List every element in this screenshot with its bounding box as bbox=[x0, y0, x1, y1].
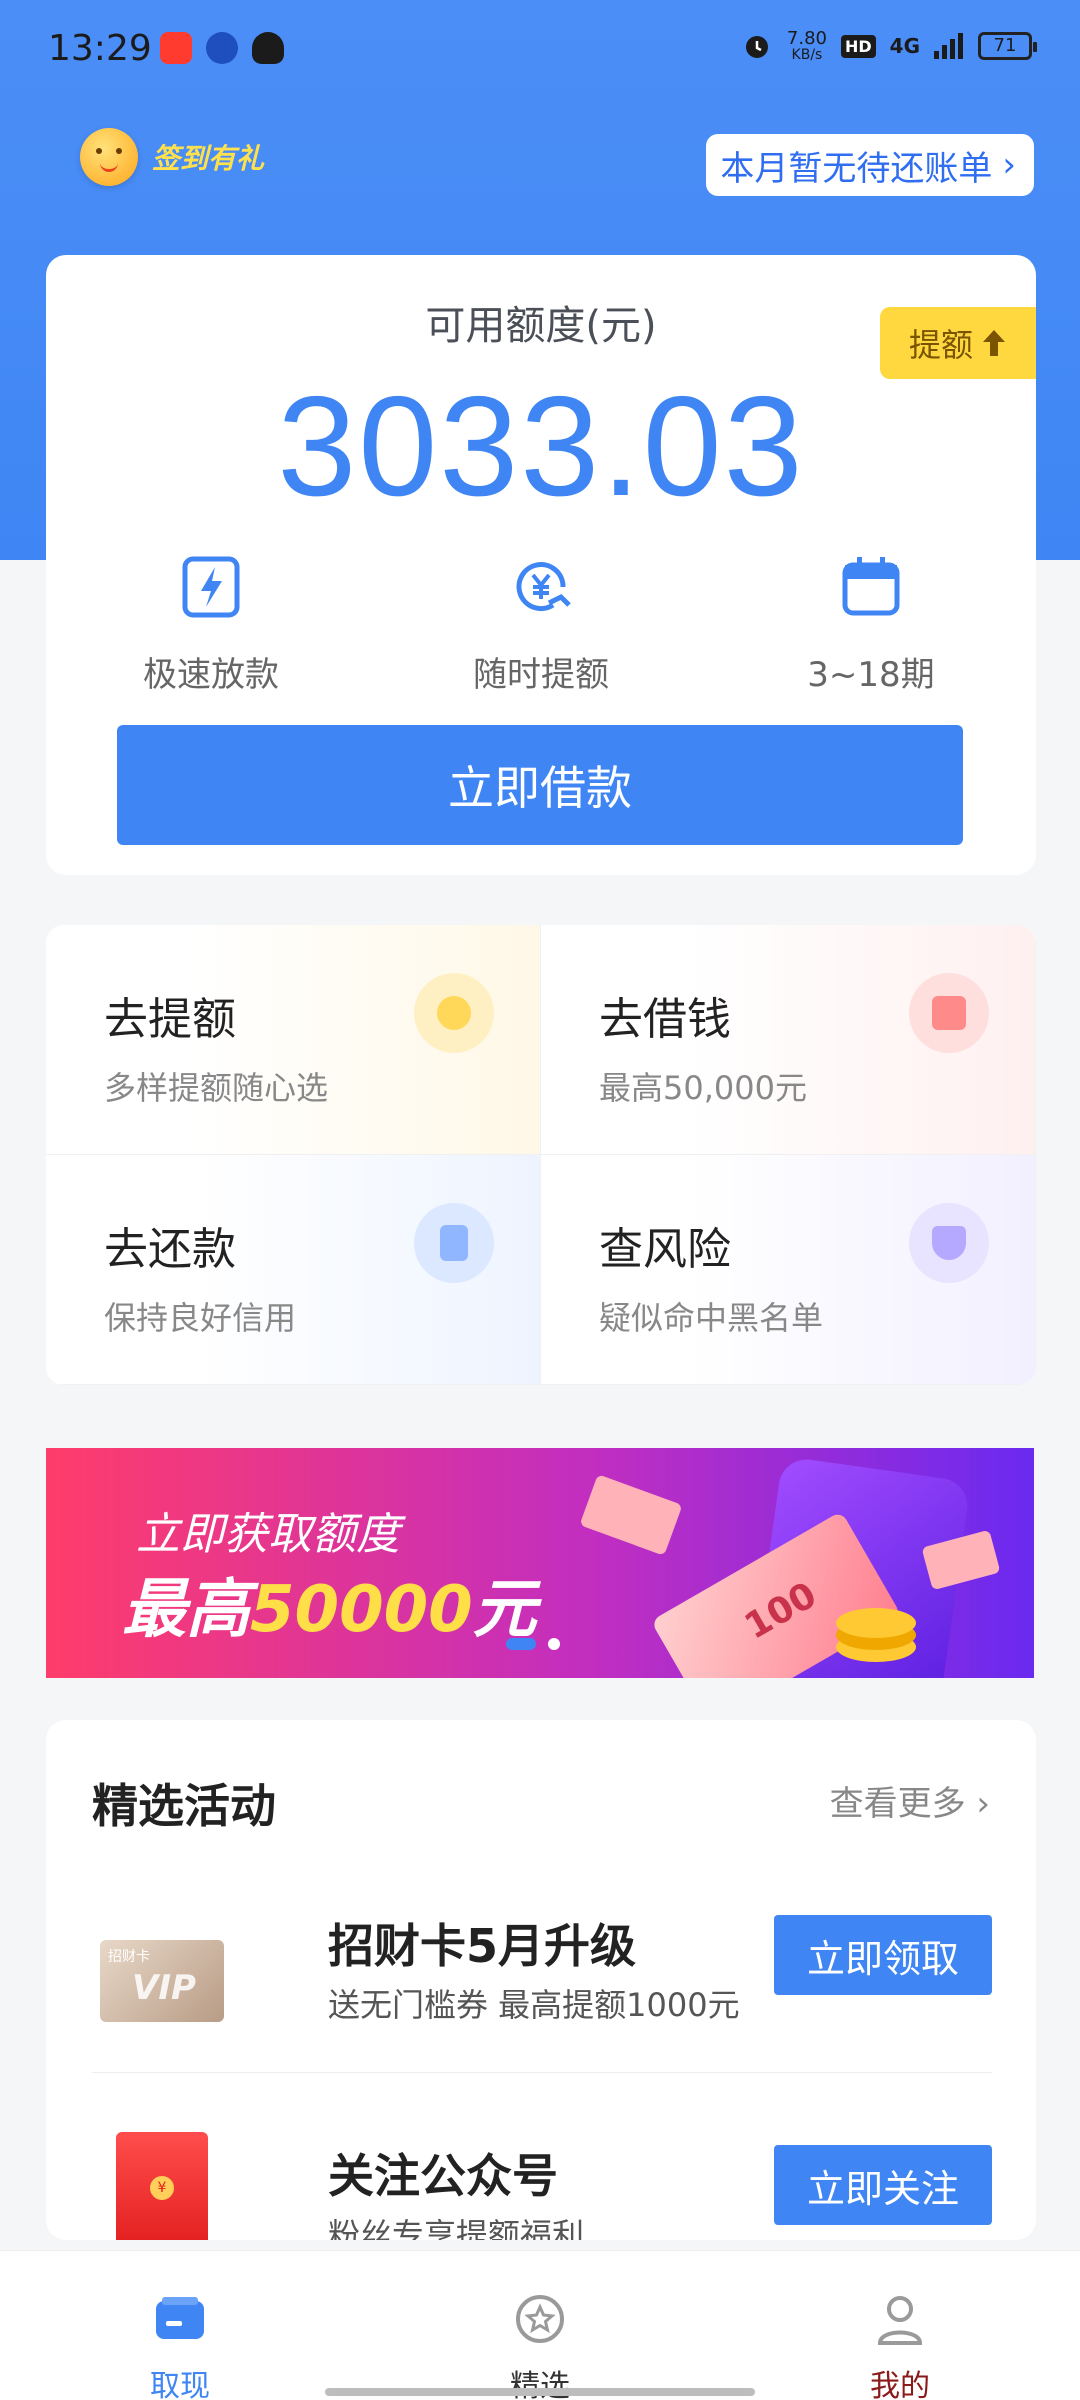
pager-dot bbox=[548, 1638, 560, 1650]
calendar-icon bbox=[842, 557, 900, 616]
money-illustration bbox=[579, 1474, 683, 1556]
vip-card-thumbnail: 招财卡 VIP bbox=[100, 1940, 224, 2022]
banner-line1: 立即获取额度 bbox=[136, 1509, 400, 1560]
qq-icon bbox=[252, 32, 284, 64]
activities-title: 精选活动 bbox=[92, 1779, 276, 1833]
pager-dot-active bbox=[506, 1638, 536, 1650]
feature-terms: 3~18期 bbox=[706, 555, 1036, 696]
quick-action-raise[interactable]: 去提额 多样提额随心选 bbox=[46, 925, 541, 1155]
feature-label: 极速放款 bbox=[143, 655, 279, 695]
nav-label: 取现 bbox=[150, 2369, 210, 2400]
quick-action-risk[interactable]: 查风险 疑似命中黑名单 bbox=[541, 1155, 1036, 1385]
activity-subtitle: 送无门槛券 最高提额1000元 bbox=[328, 1986, 740, 2024]
quick-action-subtitle: 最高50,000元 bbox=[599, 1069, 807, 1107]
vip-card-caption: 招财卡 bbox=[108, 1949, 150, 1965]
vip-text-icon: VIP bbox=[132, 1968, 196, 2008]
hd-badge: HD bbox=[840, 34, 876, 58]
nav-tab-featured[interactable]: 精选 bbox=[360, 2251, 720, 2400]
feature-label: 随时提额 bbox=[473, 655, 609, 695]
quick-action-borrow[interactable]: 去借钱 最高50,000元 bbox=[541, 925, 1036, 1155]
net-speed-unit: KB/s bbox=[791, 47, 823, 63]
divider bbox=[92, 2072, 992, 2073]
banner-prefix: 最高 bbox=[122, 1573, 250, 1647]
chat-icon bbox=[206, 32, 238, 64]
banner-line2: 最高50000元 bbox=[122, 1558, 537, 1650]
activity-item: 招财卡 VIP 招财卡5月升级 送无门槛券 最高提额1000元 立即领取 bbox=[92, 1890, 992, 2110]
follow-now-button[interactable]: 立即关注 bbox=[774, 2145, 992, 2225]
raise-icon bbox=[414, 973, 494, 1053]
shield-icon bbox=[909, 1203, 989, 1283]
feature-anytime-raise: 随时提额 bbox=[376, 555, 706, 696]
feature-fast-loan: 极速放款 bbox=[46, 555, 376, 696]
checkin-label: 签到有礼 bbox=[152, 142, 265, 175]
nav-label: 我的 bbox=[870, 2369, 930, 2400]
checkin-entry[interactable]: 签到有礼 bbox=[80, 128, 264, 186]
activity-item: ¥ 关注公众号 粉丝专享提额福利 立即关注 bbox=[92, 2120, 992, 2240]
status-bar: 13:29 7.80 KB/s HD 4G 71 bbox=[0, 0, 1080, 100]
wallet-icon bbox=[156, 2297, 204, 2339]
quick-action-subtitle: 保持良好信用 bbox=[104, 1299, 297, 1337]
feature-label: 3~18期 bbox=[807, 655, 935, 695]
banner-pager bbox=[506, 1638, 560, 1650]
notification-app-icon bbox=[160, 32, 192, 64]
arrow-up-icon bbox=[983, 330, 1005, 356]
nav-tab-cash[interactable]: 取现 bbox=[0, 2251, 360, 2400]
status-time: 13:29 bbox=[48, 28, 152, 69]
bill-notice-text: 本月暂无待还账单 bbox=[720, 148, 993, 189]
red-envelope-thumbnail: ¥ bbox=[116, 2132, 208, 2240]
bottom-nav: 取现 精选 我的 bbox=[0, 2250, 1080, 2400]
yen-coin-icon: ¥ bbox=[150, 2176, 174, 2200]
user-icon bbox=[877, 2296, 923, 2345]
borrow-now-button[interactable]: 立即借款 bbox=[117, 725, 963, 845]
network-type: 4G bbox=[889, 34, 920, 58]
chevron-right-icon: › bbox=[976, 1784, 990, 1824]
quick-action-repay[interactable]: 去还款 保持良好信用 bbox=[46, 1155, 541, 1385]
smiley-icon bbox=[80, 128, 138, 186]
coin-illustration bbox=[836, 1608, 916, 1638]
raise-limit-label: 提额 bbox=[908, 326, 973, 364]
credit-card: 可用额度(元) 3033.03 提额 极速放款 随时提额 3~18期 立即借款 bbox=[46, 255, 1036, 875]
featured-activities: 精选活动 查看更多 › 招财卡 VIP 招财卡5月升级 送无门槛券 最高提额10… bbox=[46, 1720, 1036, 2240]
activity-title: 关注公众号 bbox=[328, 2149, 558, 2203]
promo-banner[interactable]: 立即获取额度 最高50000元 100 bbox=[46, 1448, 1034, 1678]
home-indicator[interactable] bbox=[325, 2388, 755, 2396]
bill-icon bbox=[414, 1203, 494, 1283]
nav-tab-mine[interactable]: 我的 bbox=[720, 2251, 1080, 2400]
see-more-label: 查看更多 bbox=[829, 1784, 966, 1824]
see-more-link[interactable]: 查看更多 › bbox=[830, 1776, 990, 1825]
raise-limit-tag[interactable]: 提额 bbox=[880, 307, 1036, 379]
star-badge-icon bbox=[516, 2295, 564, 2343]
net-speed-value: 7.80 bbox=[786, 28, 827, 49]
battery-icon: 71 bbox=[978, 32, 1037, 60]
net-speed: 7.80 KB/s bbox=[786, 28, 827, 63]
banner-suffix: 元 bbox=[472, 1573, 537, 1647]
claim-now-button[interactable]: 立即领取 bbox=[774, 1915, 992, 1995]
alarm-icon bbox=[745, 36, 768, 58]
available-credit-amount: 3033.03 bbox=[277, 367, 805, 526]
lightning-icon bbox=[182, 556, 240, 618]
quick-actions-grid: 去提额 多样提额随心选 去借钱 最高50,000元 去还款 保持良好信用 查风险… bbox=[46, 925, 1036, 1385]
status-right: 7.80 KB/s HD 4G 71 bbox=[741, 28, 1037, 63]
wallet-icon bbox=[909, 973, 989, 1053]
signal-icon bbox=[934, 33, 963, 59]
chevron-right-icon: › bbox=[1002, 145, 1016, 185]
banner-amount: 50000 bbox=[250, 1573, 473, 1647]
quick-action-subtitle: 多样提额随心选 bbox=[104, 1069, 329, 1107]
activity-title: 招财卡5月升级 bbox=[328, 1919, 637, 1973]
bill-notice-pill[interactable]: 本月暂无待还账单 › bbox=[706, 134, 1034, 196]
quick-action-subtitle: 疑似命中黑名单 bbox=[599, 1299, 824, 1337]
money-note-value: 100 bbox=[738, 1574, 824, 1648]
status-app-icons bbox=[160, 32, 284, 64]
activity-subtitle: 粉丝专享提额福利 bbox=[328, 2216, 585, 2240]
feature-row: 极速放款 随时提额 3~18期 bbox=[46, 555, 1036, 696]
yen-refresh-icon bbox=[516, 562, 571, 612]
